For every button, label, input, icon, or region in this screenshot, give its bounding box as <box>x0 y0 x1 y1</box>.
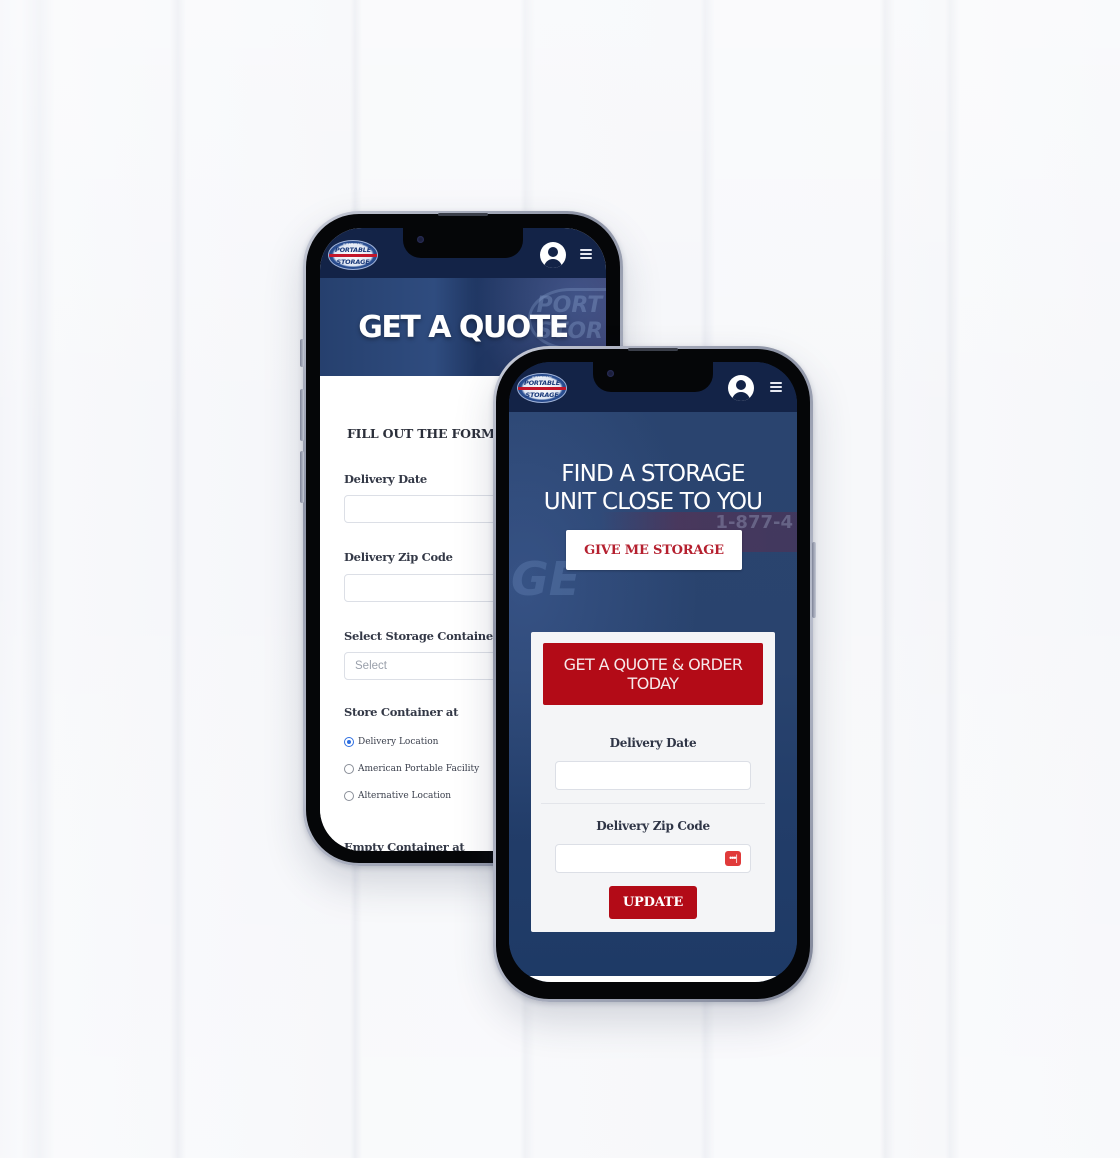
update-button[interactable]: UPDATE <box>609 886 697 919</box>
mute-switch <box>300 339 304 367</box>
storage-container-label: Select Storage Container(s) <box>344 629 516 643</box>
delivery-date-input[interactable] <box>555 761 751 790</box>
order-card-banner: GET A QUOTE & ORDER TODAY <box>543 643 763 705</box>
front-camera <box>607 370 614 377</box>
speaker-grille <box>438 213 488 216</box>
speaker-grille <box>628 348 678 351</box>
delivery-zip-label: Delivery Zip Code <box>596 819 710 833</box>
delivery-date-label: Delivery Date <box>609 736 697 750</box>
radio-label: Delivery Location <box>358 737 439 747</box>
delivery-zip-input[interactable]: •••| <box>555 844 751 873</box>
logo-text-storage: STORAGE <box>525 391 559 399</box>
account-icon[interactable] <box>540 242 566 268</box>
radio-american-portable-facility[interactable]: American Portable Facility <box>344 764 479 774</box>
radio-alternative-location[interactable]: Alternative Location <box>344 791 451 801</box>
delivery-date-label: Delivery Date <box>344 472 427 486</box>
card-divider <box>541 803 765 804</box>
hamburger-menu-icon[interactable] <box>580 249 592 259</box>
logo-text-portable: PORTABLE <box>335 246 371 254</box>
logo-stripe <box>329 254 377 257</box>
phone-find-storage: AMERICAN PORTABLE STORAGE GE 1-877-4 FIN… <box>493 346 816 1002</box>
find-storage-hero: GE 1-877-4 FIND A STORAGE UNIT CLOSE TO … <box>509 412 797 982</box>
logo-text-portable: PORTABLE <box>524 379 560 387</box>
page-title: GET A QUOTE <box>358 310 569 345</box>
front-camera <box>417 236 424 243</box>
quote-order-card: GET A QUOTE & ORDER TODAY Delivery Date … <box>531 632 775 932</box>
hero-title-line-2: UNIT CLOSE TO YOU <box>543 489 763 515</box>
radio-button[interactable] <box>344 764 354 774</box>
power-button <box>812 542 816 618</box>
notch <box>593 362 713 392</box>
radio-label: Alternative Location <box>358 791 452 801</box>
radio-button[interactable] <box>344 791 354 801</box>
home-indicator-strip <box>509 976 797 982</box>
radio-delivery-location[interactable]: Delivery Location <box>344 737 438 747</box>
brand-logo[interactable]: AMERICAN PORTABLE STORAGE <box>328 240 378 270</box>
radio-button-selected[interactable] <box>344 737 354 747</box>
hero-title-line-1: FIND A STORAGE <box>561 461 745 487</box>
hamburger-menu-icon[interactable] <box>770 382 782 392</box>
delivery-zip-label: Delivery Zip Code <box>344 550 453 564</box>
volume-down-button <box>300 451 304 503</box>
empty-container-at-label: Empty Container at <box>344 840 465 851</box>
brand-logo[interactable]: AMERICAN PORTABLE STORAGE <box>517 373 567 403</box>
logo-stripe <box>518 387 566 390</box>
give-me-storage-button[interactable]: GIVE ME STORAGE <box>566 530 742 570</box>
volume-up-button <box>300 389 304 441</box>
account-icon[interactable] <box>728 375 754 401</box>
select-placeholder: Select <box>355 660 387 672</box>
notch <box>403 228 523 258</box>
logo-text-storage: STORAGE <box>336 258 370 266</box>
find-storage-screen: AMERICAN PORTABLE STORAGE GE 1-877-4 FIN… <box>509 362 797 982</box>
hero-title: FIND A STORAGE UNIT CLOSE TO YOU <box>509 460 797 516</box>
password-manager-icon[interactable]: •••| <box>725 851 741 866</box>
phone-bezel: AMERICAN PORTABLE STORAGE GE 1-877-4 FIN… <box>496 348 810 999</box>
radio-label: American Portable Facility <box>358 764 480 774</box>
store-container-at-label: Store Container at <box>344 705 459 719</box>
